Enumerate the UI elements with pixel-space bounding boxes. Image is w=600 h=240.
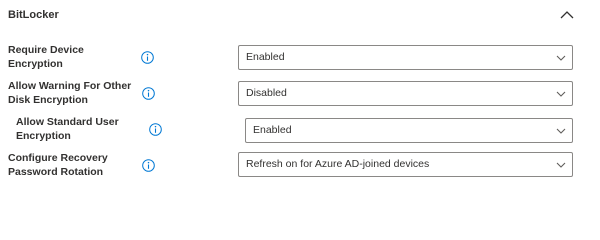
setting-row-allow-standard-user-encryption: Allow Standard User Encryption Enabled (0, 116, 600, 146)
setting-row-configure-recovery-password-rotation: Configure Recovery Password Rotation Ref… (0, 152, 600, 182)
dropdown-value: Enabled (246, 51, 285, 63)
info-icon[interactable] (142, 87, 155, 100)
info-icon[interactable] (142, 159, 155, 172)
setting-label: Allow Standard User Encryption (16, 116, 119, 142)
section-title: BitLocker (8, 9, 59, 21)
dropdown-value: Enabled (253, 124, 292, 136)
require-device-encryption-dropdown[interactable]: Enabled (238, 45, 573, 70)
collapse-section-button[interactable] (558, 7, 576, 21)
setting-label: Require Device Encryption (8, 44, 84, 70)
chevron-down-icon (556, 55, 566, 61)
chevron-down-icon (556, 128, 566, 134)
allow-warning-other-disk-encryption-dropdown[interactable]: Disabled (238, 81, 573, 106)
setting-label: Configure Recovery Password Rotation (8, 152, 108, 178)
setting-row-require-device-encryption: Require Device Encryption Enabled (0, 44, 600, 74)
allow-standard-user-encryption-dropdown[interactable]: Enabled (245, 118, 573, 143)
dropdown-value: Refresh on for Azure AD-joined devices (246, 158, 430, 170)
chevron-down-icon (556, 162, 566, 168)
setting-row-allow-warning-other-disk-encryption: Allow Warning For Other Disk Encryption … (0, 80, 600, 110)
info-icon[interactable] (141, 51, 154, 64)
configure-recovery-password-rotation-dropdown[interactable]: Refresh on for Azure AD-joined devices (238, 152, 573, 177)
info-icon[interactable] (149, 123, 162, 136)
chevron-down-icon (556, 91, 566, 97)
dropdown-value: Disabled (246, 87, 287, 99)
setting-label: Allow Warning For Other Disk Encryption (8, 80, 132, 106)
chevron-up-icon (560, 10, 574, 18)
